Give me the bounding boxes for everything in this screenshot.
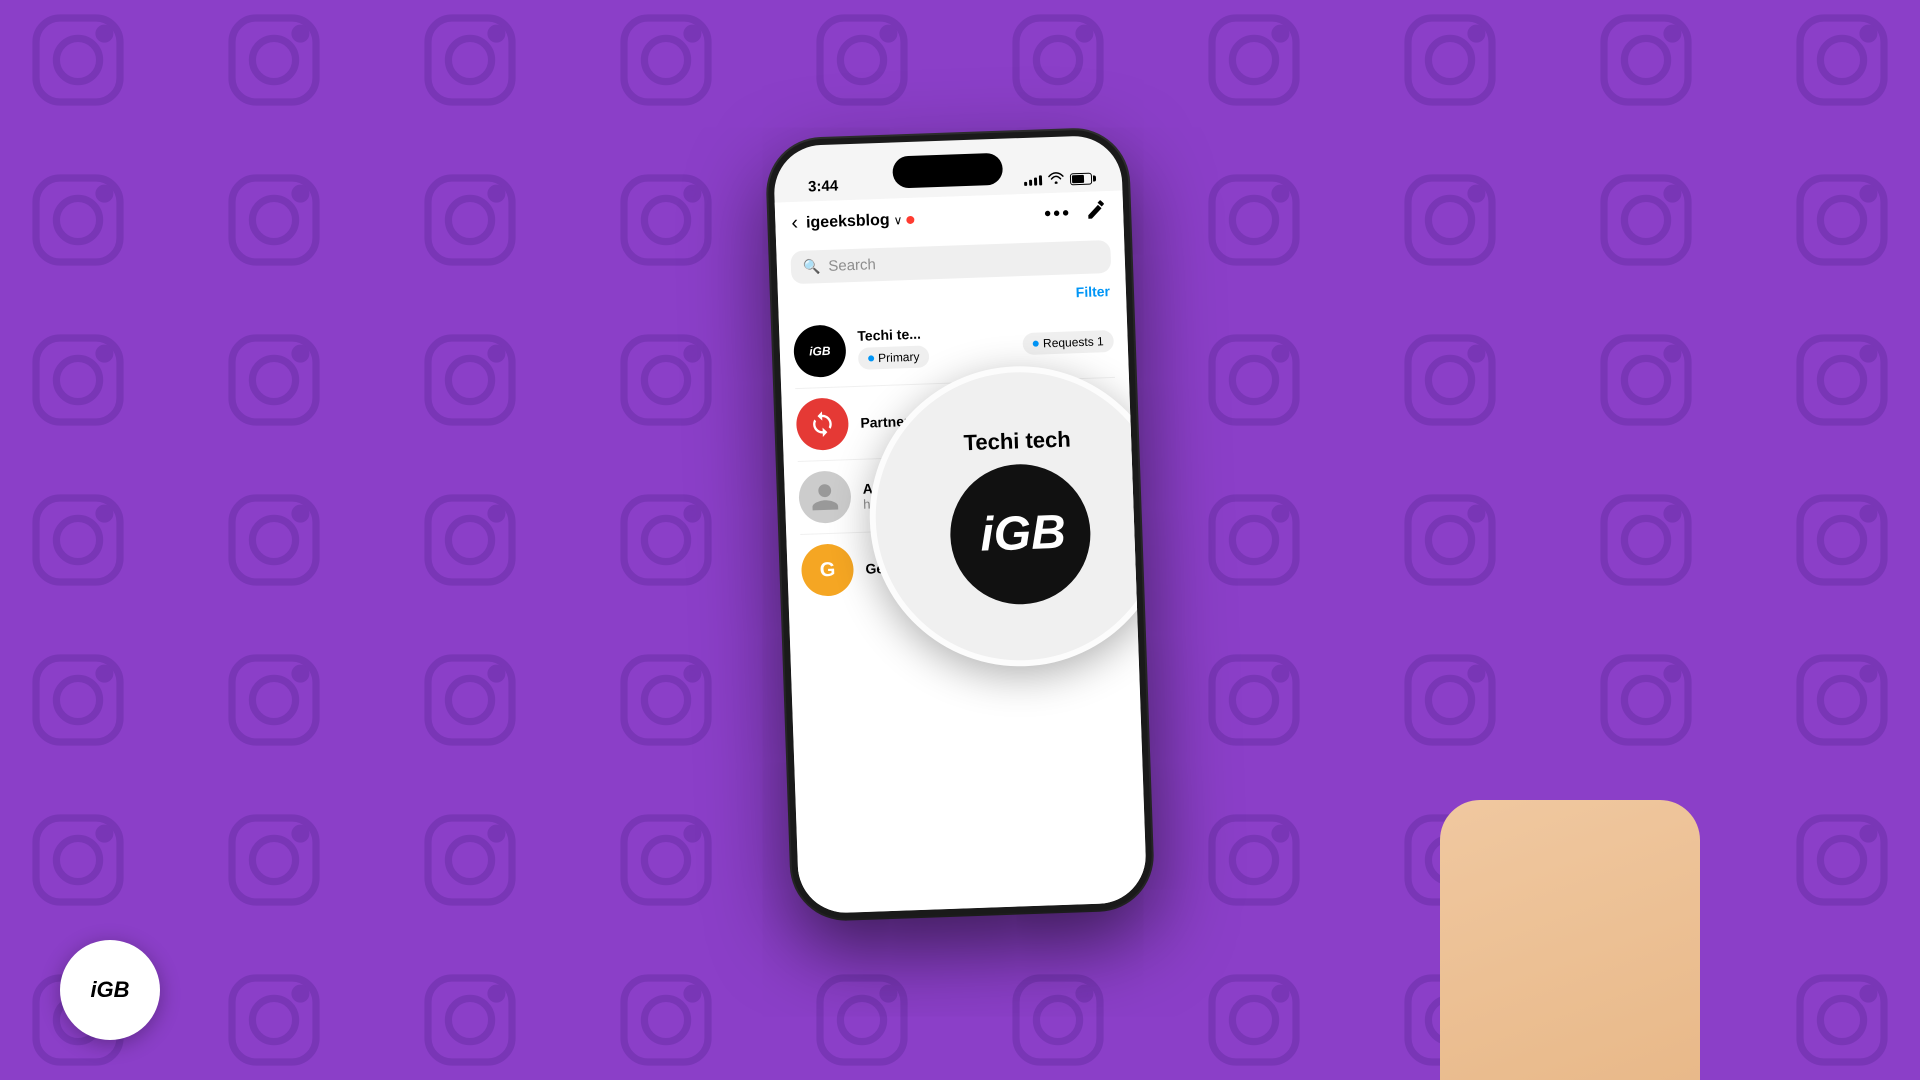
chip-dot	[868, 355, 874, 361]
ig-logo-cell	[176, 0, 372, 140]
svg-text:iGB: iGB	[979, 505, 1066, 561]
ig-logo-cell	[764, 0, 960, 140]
ig-logo-cell	[1156, 620, 1352, 780]
ig-logo-cell	[1744, 460, 1920, 620]
ig-logo-cell	[568, 460, 764, 620]
ig-logo-cell	[1744, 300, 1920, 460]
magnifier-label: Techi tech	[963, 426, 1071, 456]
ig-logo-cell	[372, 780, 568, 940]
ig-logo-cell	[1744, 940, 1920, 1080]
avatar: G	[801, 543, 855, 597]
ig-logo-cell	[0, 140, 176, 300]
search-bar[interactable]: 🔍 Search	[790, 240, 1111, 284]
username-chevron-icon[interactable]: ∨	[893, 213, 902, 227]
ig-logo-cell	[1352, 300, 1548, 460]
ig-logo-cell	[1156, 300, 1352, 460]
ig-logo-cell	[176, 620, 372, 780]
ig-logo-cell	[1156, 780, 1352, 940]
list-item[interactable]: iGB Techi te... Primary	[779, 304, 1129, 388]
watermark-text: iGB	[90, 977, 129, 1003]
ig-logo-cell	[568, 780, 764, 940]
magnifier-avatar: iGB	[948, 462, 1093, 607]
more-options-button[interactable]: •••	[1044, 202, 1072, 226]
ig-logo-cell	[176, 460, 372, 620]
phone-screen: 3:44	[773, 135, 1148, 915]
chips-row: Primary	[858, 339, 1012, 372]
ig-logo-cell	[372, 140, 568, 300]
primary-chip[interactable]: Primary	[858, 345, 930, 369]
ig-logo-cell	[960, 0, 1156, 140]
ig-logo-cell	[372, 0, 568, 140]
filter-button[interactable]: Filter	[1075, 283, 1110, 300]
ig-logo-cell	[568, 300, 764, 460]
ig-logo-cell	[1744, 0, 1920, 140]
ig-logo-cell	[0, 620, 176, 780]
ig-logo-cell	[176, 780, 372, 940]
ig-logo-cell	[1156, 940, 1352, 1080]
battery-icon	[1070, 172, 1092, 185]
ig-logo-cell	[1744, 140, 1920, 300]
search-icon: 🔍	[803, 258, 821, 276]
requests-dot	[1033, 341, 1039, 347]
header-actions: •••	[1044, 199, 1108, 228]
ig-logo-cell	[568, 940, 764, 1080]
ig-logo-cell	[1548, 140, 1744, 300]
partner-icon	[808, 410, 837, 439]
ig-logo-cell	[1548, 0, 1744, 140]
ig-logo-cell	[1548, 460, 1744, 620]
compose-icon	[1085, 199, 1108, 222]
igb-watermark: iGB	[60, 940, 160, 1040]
ig-logo-cell	[1548, 620, 1744, 780]
ig-logo-cell	[1352, 140, 1548, 300]
ig-logo-cell	[0, 300, 176, 460]
ig-logo-cell	[176, 140, 372, 300]
ig-logo-cell	[372, 620, 568, 780]
ig-logo-cell	[1744, 780, 1920, 940]
message-info: Techi te... Primary	[857, 323, 1012, 372]
signal-icon	[1024, 175, 1042, 186]
ig-logo-cell	[176, 940, 372, 1080]
person-icon	[808, 481, 841, 514]
ig-logo-cell	[372, 300, 568, 460]
message-meta: Requests 1	[1023, 330, 1114, 355]
hand-decoration	[1420, 780, 1700, 1080]
ig-logo-cell	[1156, 0, 1352, 140]
avatar: iGB	[793, 324, 847, 378]
magnifier-avatar-text: iGB	[974, 499, 1066, 569]
status-time: 3:44	[808, 177, 839, 195]
primary-chip-label: Primary	[878, 350, 920, 365]
wifi-icon	[1048, 172, 1065, 188]
requests-label: Requests 1	[1043, 334, 1104, 350]
username-label: igeeksblog	[806, 211, 890, 232]
ig-logo-cell	[0, 780, 176, 940]
avatar	[798, 470, 852, 524]
ig-logo-cell	[372, 940, 568, 1080]
ig-logo-cell	[0, 460, 176, 620]
ig-logo-cell	[372, 460, 568, 620]
notification-dot	[906, 215, 914, 223]
search-placeholder: Search	[828, 256, 876, 275]
ig-logo-cell	[1744, 620, 1920, 780]
dynamic-island	[892, 153, 1003, 189]
ig-logo-cell	[568, 140, 764, 300]
back-button[interactable]: ‹	[791, 212, 798, 235]
ig-logo-cell	[764, 940, 960, 1080]
compose-button[interactable]	[1085, 199, 1108, 227]
ig-logo-cell	[176, 300, 372, 460]
ig-logo-cell	[568, 620, 764, 780]
phone-device: 3:44	[766, 128, 1153, 920]
ig-logo-cell	[1548, 300, 1744, 460]
ig-logo-cell	[1156, 140, 1352, 300]
ig-logo-cell	[0, 0, 176, 140]
username-row: igeeksblog ∨	[806, 206, 1045, 232]
ig-logo-cell	[960, 940, 1156, 1080]
ig-logo-cell	[1352, 460, 1548, 620]
ig-logo-cell	[1156, 460, 1352, 620]
requests-chip[interactable]: Requests 1	[1023, 330, 1114, 355]
status-icons	[1024, 171, 1092, 188]
ig-logo-cell	[1352, 620, 1548, 780]
ig-logo-cell	[568, 0, 764, 140]
ig-logo-cell	[1352, 0, 1548, 140]
avatar	[796, 397, 850, 451]
